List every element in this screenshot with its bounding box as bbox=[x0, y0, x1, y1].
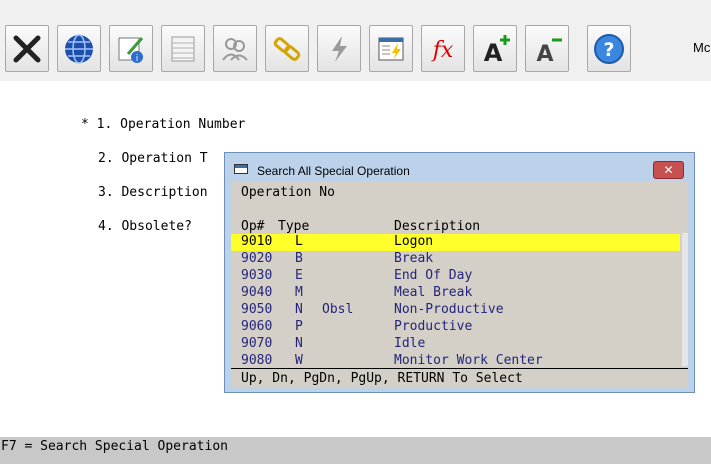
header-type: Type bbox=[278, 219, 310, 234]
status-text: F7 = Search Special Operation bbox=[1, 439, 228, 454]
font-increase-button[interactable]: A bbox=[473, 25, 517, 72]
op-type: W bbox=[295, 353, 303, 368]
link-icon bbox=[273, 36, 301, 61]
dialog-close-button[interactable]: ✕ bbox=[653, 161, 684, 179]
users-icon bbox=[222, 37, 248, 61]
search-dialog: Search All Special Operation ✕ Operation… bbox=[224, 152, 695, 393]
form-lightning-button[interactable] bbox=[369, 25, 413, 72]
op-type: N bbox=[295, 336, 303, 351]
more-toolbar-label[interactable]: Mc bbox=[693, 40, 710, 55]
list-item[interactable]: 9050 N Obsl Non-Productive bbox=[231, 302, 680, 319]
globe-icon bbox=[65, 33, 93, 64]
field-obsolete[interactable]: 4. Obsolete? bbox=[98, 219, 192, 234]
op-number: 9040 bbox=[241, 285, 273, 300]
function-button[interactable]: fx bbox=[421, 25, 465, 72]
toolbar: i fx A A ? Mc bbox=[0, 0, 711, 81]
op-number: 9020 bbox=[241, 251, 273, 266]
list-item[interactable]: 9040 M Meal Break bbox=[231, 285, 680, 302]
font-decrease-button[interactable]: A bbox=[525, 25, 569, 72]
op-description: Logon bbox=[394, 234, 434, 249]
field-operation-type[interactable]: 2. Operation T bbox=[98, 151, 208, 166]
dialog-title: Search All Special Operation bbox=[257, 164, 410, 178]
op-type: L bbox=[295, 234, 303, 249]
header-op: Op# bbox=[241, 219, 265, 234]
svg-text:i: i bbox=[136, 54, 139, 64]
obsolete-flag: Obsl bbox=[322, 302, 354, 317]
close-icon bbox=[13, 35, 41, 62]
dialog-body: Operation No Op# Type Description 9010 L L… bbox=[231, 181, 688, 388]
op-description: Monitor Work Center bbox=[394, 353, 543, 368]
op-number: 9050 bbox=[241, 302, 273, 317]
dialog-footer: Up, Dn, PgDn, PgUp, RETURN To Select bbox=[241, 371, 523, 386]
op-number: 9030 bbox=[241, 268, 273, 283]
svg-text:A: A bbox=[484, 39, 503, 66]
list-item[interactable]: 9020 B Break bbox=[231, 251, 680, 268]
close-button[interactable] bbox=[5, 25, 49, 72]
op-number: 9060 bbox=[241, 319, 273, 334]
svg-text:fx: fx bbox=[431, 38, 454, 63]
grid-icon bbox=[171, 36, 195, 61]
grid-button[interactable] bbox=[161, 25, 205, 72]
font-increase-icon: A bbox=[484, 34, 510, 66]
lightning-icon bbox=[332, 35, 347, 62]
op-type: M bbox=[295, 285, 303, 300]
help-button[interactable]: ? bbox=[587, 25, 631, 72]
info-edit-button[interactable]: i bbox=[109, 25, 153, 72]
list-item[interactable]: 9060 P Productive bbox=[231, 319, 680, 336]
field-operation-number[interactable]: * 1. Operation Number bbox=[81, 117, 245, 132]
op-type: N bbox=[295, 302, 303, 317]
op-description: Idle bbox=[394, 336, 426, 351]
op-description: Break bbox=[394, 251, 434, 266]
svg-text:?: ? bbox=[603, 39, 614, 61]
link-button[interactable] bbox=[265, 25, 309, 72]
function-icon: fx bbox=[431, 38, 454, 63]
list-item[interactable]: 9030 E End Of Day bbox=[231, 268, 680, 285]
op-description: End Of Day bbox=[394, 268, 473, 283]
op-type: P bbox=[295, 319, 303, 334]
list-item[interactable]: 9010 L Logon bbox=[231, 234, 680, 251]
help-icon: ? bbox=[594, 33, 624, 64]
window-icon bbox=[234, 164, 248, 174]
status-bar: F7 = Search Special Operation bbox=[0, 437, 711, 464]
prompt-label: Operation No bbox=[241, 185, 335, 200]
info-edit-icon: i bbox=[118, 36, 144, 64]
op-description: Meal Break bbox=[394, 285, 473, 300]
op-description: Productive bbox=[394, 319, 473, 334]
list-item[interactable]: 9070 N Idle bbox=[231, 336, 680, 353]
field-description[interactable]: 3. Description bbox=[98, 185, 208, 200]
form-lightning-icon bbox=[378, 37, 404, 60]
op-type: E bbox=[295, 268, 303, 283]
globe-button[interactable] bbox=[57, 25, 101, 72]
op-number: 9010 bbox=[241, 234, 273, 249]
dialog-title-bar[interactable]: Search All Special Operation ✕ bbox=[225, 153, 694, 181]
op-type: B bbox=[295, 251, 303, 266]
lightning-button[interactable] bbox=[317, 25, 361, 72]
op-number: 9070 bbox=[241, 336, 273, 351]
svg-text:A: A bbox=[536, 42, 553, 66]
font-decrease-icon: A bbox=[536, 38, 562, 66]
footer-divider bbox=[231, 368, 688, 369]
op-description: Non-Productive bbox=[394, 302, 504, 317]
users-button[interactable] bbox=[213, 25, 257, 72]
header-description: Description bbox=[394, 219, 481, 234]
scrollbar[interactable] bbox=[682, 233, 688, 366]
op-number: 9080 bbox=[241, 353, 273, 368]
